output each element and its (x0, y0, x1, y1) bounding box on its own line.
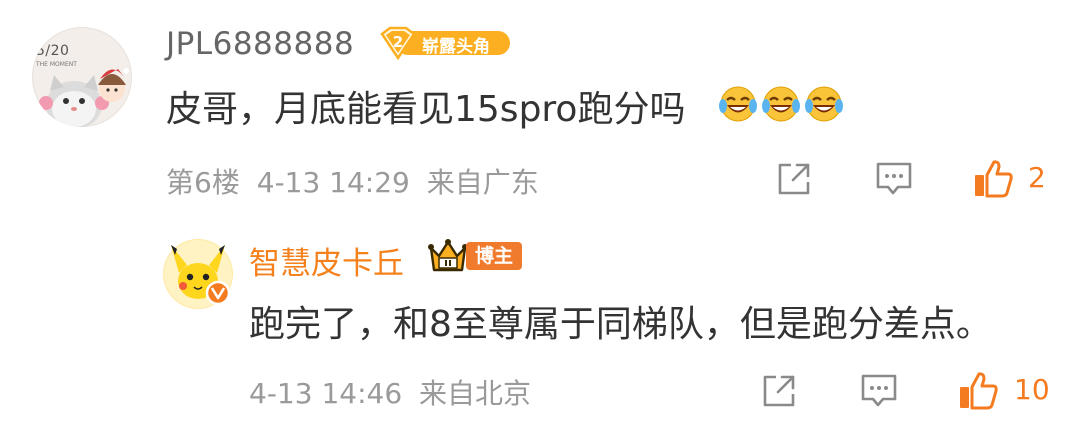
crown-badge-icon (428, 239, 468, 272)
comment-floor: 第6楼 (166, 166, 240, 199)
reply-share-icon[interactable] (760, 372, 798, 410)
reply-meta: 4-13 14:46 来自北京 (249, 372, 531, 412)
comment-text: 皮哥，月底能看见15spro跑分吗 (166, 89, 686, 130)
rank-diamond-icon: 2 (380, 26, 416, 60)
emoji-row (718, 84, 844, 128)
user-avatar[interactable]: 5/20 THE MOMENT (32, 27, 132, 127)
reply-location: 来自北京 (419, 377, 532, 410)
like-count: 2 (1028, 161, 1046, 194)
like-icon[interactable] (972, 158, 1014, 200)
blogger-tag: 博主 (466, 242, 522, 270)
comment-time: 4-13 14:29 (256, 166, 410, 199)
reply-like-icon[interactable] (957, 370, 999, 412)
comment-location: 来自广东 (426, 166, 539, 199)
laugh-cry-icon (719, 86, 757, 122)
comment-icon[interactable] (874, 160, 914, 198)
comment-username[interactable]: JPL6888888 (166, 26, 354, 62)
reply-username[interactable]: 智慧皮卡丘 (249, 238, 404, 283)
laugh-cry-icon (805, 86, 844, 122)
reply-comment-icon[interactable] (859, 372, 899, 410)
share-icon[interactable] (775, 160, 813, 198)
reply-like-count: 10 (1014, 373, 1050, 406)
reply-text: 跑完了，和8至尊属于同梯队，但是跑分差点。 (249, 304, 992, 345)
avatar-cat-image (39, 68, 129, 127)
verified-icon (205, 280, 231, 306)
rank-badge-label: 崭露头角 (422, 37, 490, 57)
comment-meta: 第6楼 4-13 14:29 来自广东 (166, 161, 539, 201)
laugh-cry-icon (762, 86, 801, 122)
rank-level-text: 2 (393, 33, 403, 51)
reply-time: 4-13 14:46 (249, 377, 403, 410)
